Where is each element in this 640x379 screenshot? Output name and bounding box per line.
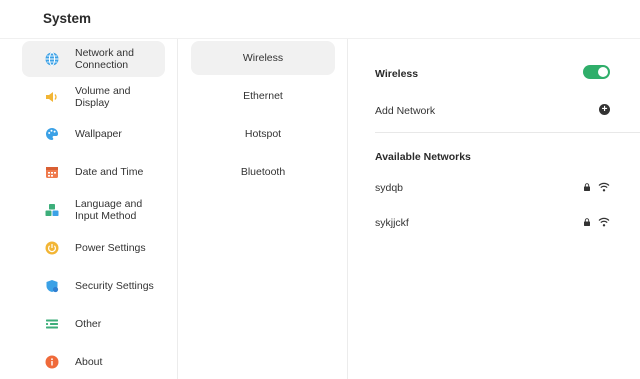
sidebar-item-label: Volume and Display	[75, 84, 131, 110]
sidebar-item-language-input[interactable]: Language and Input Method	[22, 192, 165, 228]
sidebar-item-power[interactable]: Power Settings	[22, 230, 165, 266]
add-network-label[interactable]: Add Network	[375, 105, 435, 117]
sidebar-item-label: Security Settings	[75, 279, 154, 292]
wireless-toggle[interactable]	[583, 65, 610, 79]
network-status-icons	[583, 217, 610, 227]
language-blocks-icon	[45, 203, 59, 217]
sidebar-item-other[interactable]: Other	[22, 306, 165, 342]
calendar-icon	[45, 165, 59, 179]
sidebar: Network and Connection Volume and Displa…	[0, 39, 178, 379]
tab-bluetooth[interactable]: Bluetooth	[191, 155, 335, 189]
network-status-icons	[583, 182, 610, 192]
wifi-signal-icon	[598, 217, 610, 227]
sidebar-item-label: Other	[75, 317, 102, 330]
sidebar-item-label: Language and Input Method	[75, 197, 143, 223]
sidebar-item-about[interactable]: About	[22, 344, 165, 379]
sidebar-item-label: Date and Time	[75, 165, 144, 178]
wifi-signal-icon	[598, 182, 610, 192]
lock-icon	[583, 183, 591, 191]
palette-icon	[45, 127, 59, 141]
sidebar-item-wallpaper[interactable]: Wallpaper	[22, 116, 165, 152]
tab-wireless[interactable]: Wireless	[191, 41, 335, 75]
toggle-knob	[598, 67, 608, 77]
page-title: System	[43, 11, 92, 26]
lock-icon	[583, 218, 591, 226]
wireless-panel: Wireless Add Network + Available Network…	[349, 39, 640, 379]
tab-hotspot[interactable]: Hotspot	[191, 117, 335, 151]
globe-icon	[45, 52, 59, 66]
sidebar-item-label: About	[75, 355, 103, 368]
network-type-list: Wireless Ethernet Hotspot Bluetooth	[179, 39, 348, 379]
sidebar-item-label: Wallpaper	[75, 127, 122, 140]
network-ssid[interactable]: sykjjckf	[375, 217, 409, 229]
sidebar-item-label: Network and Connection	[75, 46, 134, 72]
info-icon	[45, 355, 59, 369]
list-icon	[45, 317, 59, 331]
tab-ethernet[interactable]: Ethernet	[191, 79, 335, 113]
sidebar-item-date-time[interactable]: Date and Time	[22, 154, 165, 190]
sidebar-item-network[interactable]: Network and Connection	[22, 41, 165, 77]
speaker-icon	[45, 90, 59, 104]
add-network-button[interactable]: +	[599, 104, 610, 115]
sidebar-item-volume-display[interactable]: Volume and Display	[22, 79, 165, 115]
section-divider	[375, 132, 640, 133]
sidebar-item-label: Power Settings	[75, 241, 146, 254]
available-networks-heading: Available Networks	[375, 151, 471, 163]
wireless-toggle-label: Wireless	[375, 68, 419, 80]
shield-icon	[45, 279, 59, 293]
network-ssid[interactable]: sydqb	[375, 182, 403, 194]
power-icon	[45, 241, 59, 255]
sidebar-item-security[interactable]: Security Settings	[22, 268, 165, 304]
